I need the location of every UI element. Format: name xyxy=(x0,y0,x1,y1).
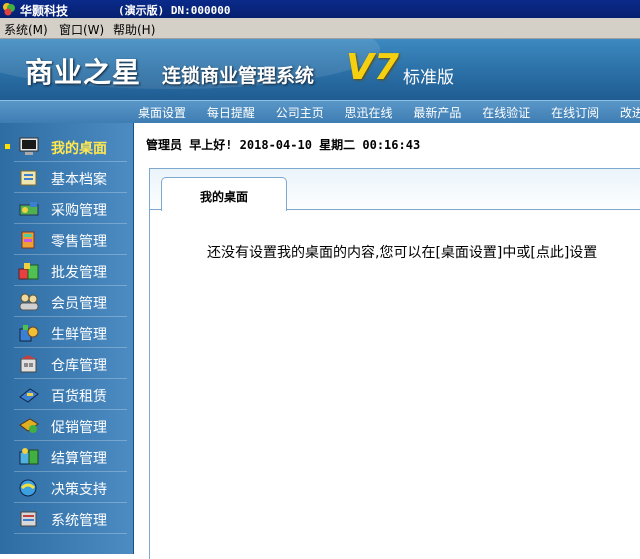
sidebar-item-label: 促销管理 xyxy=(51,420,107,436)
sidebar-separator xyxy=(14,533,127,534)
desktop-panel xyxy=(149,168,640,559)
sidebar-item-basic-archive[interactable]: 基本档案 xyxy=(0,163,133,193)
sidebar-item-system[interactable]: 系统管理 xyxy=(0,504,133,534)
sidebar-item-settlement[interactable]: 结算管理 xyxy=(0,442,133,472)
lease-icon xyxy=(19,388,39,403)
sidebar-item-members[interactable]: 会员管理 xyxy=(0,287,133,317)
app-logo-icon xyxy=(3,3,15,16)
sidebar-separator xyxy=(14,223,127,224)
sidebar-item-wholesale[interactable]: 批发管理 xyxy=(0,256,133,286)
sidebar-item-label: 生鲜管理 xyxy=(51,327,107,343)
sidebar-item-label: 结算管理 xyxy=(51,451,107,467)
system-icon xyxy=(20,511,37,527)
sidebar-separator xyxy=(14,440,127,441)
sidebar-separator xyxy=(14,409,127,410)
sidebar-item-fresh[interactable]: 生鲜管理 xyxy=(0,318,133,348)
title-bar: 华颢科技 (演示版) DN:000000 xyxy=(0,0,640,18)
members-icon xyxy=(19,293,39,311)
nav-company-home[interactable]: 公司主页 xyxy=(276,106,324,120)
brand-subtitle: 连锁商业管理系统 xyxy=(162,65,315,87)
sidebar-item-decision[interactable]: 决策支持 xyxy=(0,473,133,503)
sidebar-separator xyxy=(14,316,127,317)
top-nav: 桌面设置 每日提醒 公司主页 思迅在线 最新产品 在线验证 在线订阅 改进建议 xyxy=(0,100,640,123)
promotion-icon xyxy=(19,418,39,433)
fresh-food-icon xyxy=(19,325,39,342)
menu-system[interactable]: 系统(M) xyxy=(4,21,48,38)
sidebar-separator xyxy=(14,285,127,286)
greeting-text: 管理员 早上好! 2018-04-10 星期二 00:16:43 xyxy=(146,138,421,152)
sidebar-separator xyxy=(14,254,127,255)
nav-desktop-settings[interactable]: 桌面设置 xyxy=(138,106,186,120)
nav-suggestions[interactable]: 改进建议 xyxy=(620,106,640,120)
retail-icon xyxy=(21,231,35,249)
decision-icon xyxy=(19,479,37,497)
sidebar-separator xyxy=(14,192,127,193)
tab-my-desktop[interactable]: 我的桌面 xyxy=(161,177,287,211)
empty-desktop-message: 还没有设置我的桌面的内容,您可以在[桌面设置]中或[点此]设置 xyxy=(207,245,598,261)
sidebar-separator xyxy=(14,502,127,503)
warehouse-icon xyxy=(20,355,37,373)
sidebar: 我的桌面 基本档案 采购管理 零售管理 批发管理 会员管理 生鲜管理 仓库管理 … xyxy=(0,123,134,554)
sidebar-item-label: 零售管理 xyxy=(51,234,107,250)
sidebar-separator xyxy=(14,161,127,162)
sidebar-item-label: 批发管理 xyxy=(51,265,107,281)
archive-icon xyxy=(20,170,37,186)
menu-help[interactable]: 帮助(H) xyxy=(113,21,155,38)
nav-online-verify[interactable]: 在线验证 xyxy=(482,106,530,120)
brand-title: 商业之星 xyxy=(25,56,142,89)
app-banner: 商业之星 连锁商业管理系统 V7 标准版 xyxy=(0,39,640,100)
sidebar-separator xyxy=(14,378,127,379)
purchase-icon xyxy=(19,202,39,216)
sidebar-item-lease[interactable]: 百货租赁 xyxy=(0,380,133,410)
sidebar-item-label: 基本档案 xyxy=(51,172,107,188)
nav-sixun-online[interactable]: 思迅在线 xyxy=(345,106,393,120)
sidebar-item-label: 仓库管理 xyxy=(51,358,107,374)
sidebar-separator xyxy=(14,347,127,348)
company-name: 华颢科技 xyxy=(20,4,69,18)
nav-latest-products[interactable]: 最新产品 xyxy=(413,106,461,120)
menu-bar: 系统(M) 窗口(W) 帮助(H) xyxy=(0,18,640,39)
sidebar-item-label: 我的桌面 xyxy=(51,141,107,157)
sidebar-separator xyxy=(14,471,127,472)
sidebar-item-my-desktop[interactable]: 我的桌面 xyxy=(0,132,133,162)
version-label: V7 xyxy=(346,47,399,88)
wholesale-icon xyxy=(18,263,39,280)
sidebar-item-label: 系统管理 xyxy=(51,513,107,529)
sidebar-item-label: 会员管理 xyxy=(51,296,107,312)
sidebar-item-purchase[interactable]: 采购管理 xyxy=(0,194,133,224)
sidebar-item-promotion[interactable]: 促销管理 xyxy=(0,411,133,441)
nav-daily-reminder[interactable]: 每日提醒 xyxy=(207,106,255,120)
sidebar-item-label: 决策支持 xyxy=(51,482,107,498)
sidebar-item-retail[interactable]: 零售管理 xyxy=(0,225,133,255)
title-info: (演示版) DN:000000 xyxy=(118,4,231,17)
active-bullet xyxy=(5,144,10,149)
sidebar-item-label: 百货租赁 xyxy=(51,389,107,405)
nav-online-subscribe[interactable]: 在线订阅 xyxy=(551,106,599,120)
edition-label: 标准版 xyxy=(403,68,454,88)
sidebar-item-label: 采购管理 xyxy=(51,203,107,219)
monitor-icon xyxy=(19,137,39,155)
sidebar-item-warehouse[interactable]: 仓库管理 xyxy=(0,349,133,379)
settlement-icon xyxy=(19,448,39,465)
menu-window[interactable]: 窗口(W) xyxy=(59,21,104,38)
